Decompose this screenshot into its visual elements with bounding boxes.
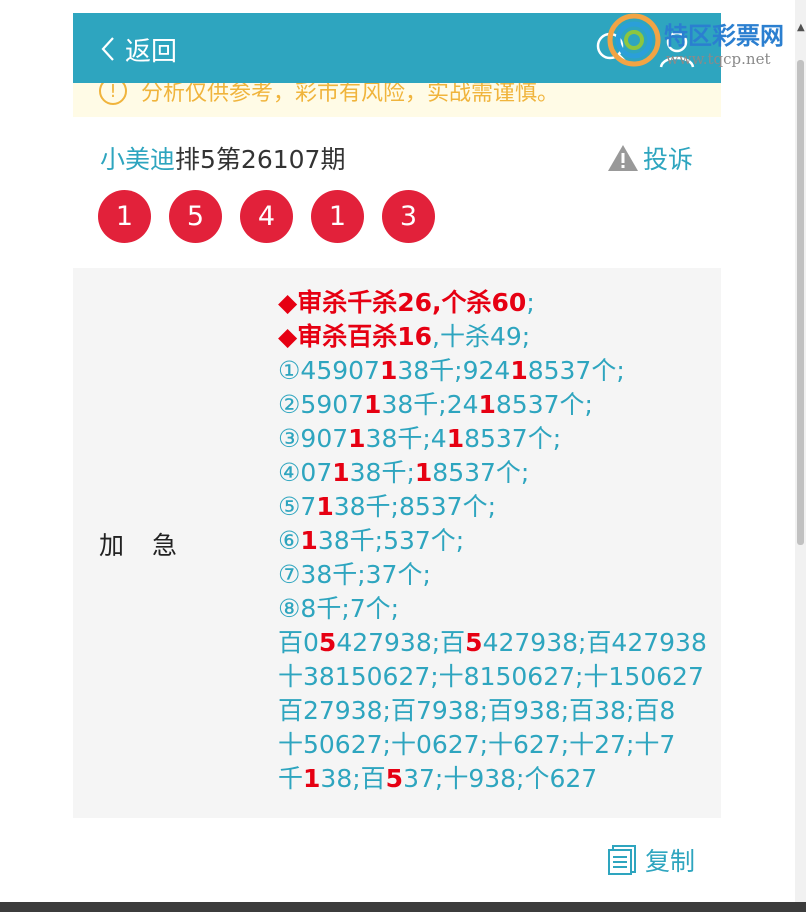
author-name[interactable]: 小美迪 — [100, 145, 175, 174]
highlight-digit: 5 — [318, 628, 337, 657]
number-ball: 5 — [169, 190, 222, 243]
line-text: ; — [526, 288, 535, 317]
warning-triangle-icon — [608, 145, 638, 171]
highlight-digit: 1 — [364, 390, 382, 419]
line-text: 38千; — [349, 458, 415, 487]
line-text: 十38150627;十8150627;十150627 — [278, 662, 704, 691]
line-text: ⑧8千;7个; — [278, 594, 400, 623]
line-text: 38;百 — [320, 764, 386, 793]
highlight-digit: 1 — [478, 390, 496, 419]
line-text: 427938;百 — [336, 628, 466, 657]
chevron-left-icon — [101, 37, 114, 61]
watermark-title: 特区彩票网 — [664, 22, 784, 50]
line-text: ,十杀49; — [432, 322, 531, 351]
analysis-line: 十50627;十0627;十627;十27;十7 — [278, 728, 708, 762]
highlight-digit: ◆审杀百杀16 — [278, 322, 433, 351]
analysis-line: 百27938;百7938;百938;百38;百8 — [278, 694, 708, 728]
highlight-digit: 5 — [385, 764, 404, 793]
number-ball: 1 — [98, 190, 151, 243]
highlight-digit: 1 — [414, 458, 433, 487]
line-text: 38千;924 — [397, 356, 511, 385]
highlight-digit: 5 — [465, 628, 483, 657]
line-text: 8537个; — [527, 356, 625, 385]
number-ball: 4 — [240, 190, 293, 243]
analysis-line: ④07138千;18537个; — [278, 456, 708, 490]
line-text: ④07 — [278, 458, 333, 487]
page: 返回 ! 分析仅供参考，彩市有风险，实战需谨慎。 小美迪排5第26107期 投诉… — [0, 0, 806, 912]
swirl-logo-icon — [607, 13, 661, 67]
analysis-line: ⑤7138千;8537个; — [278, 490, 708, 524]
copy-button[interactable]: 复制 — [607, 842, 695, 878]
highlight-digit: 1 — [510, 356, 528, 385]
analysis-line: ◆审杀百杀16,十杀49; — [278, 320, 708, 354]
highlight-digit: 1 — [379, 356, 398, 385]
analysis-lines: ◆审杀千杀26,个杀60; ◆审杀百杀16,十杀49; ①45907138千;924… — [278, 286, 708, 796]
highlight-digit: 1 — [300, 526, 318, 555]
line-text: 38千;4 — [365, 424, 447, 453]
highlight-digit: 1 — [303, 764, 321, 793]
line-text: ⑤7 — [278, 492, 317, 521]
number-ball: 1 — [311, 190, 364, 243]
analysis-line: ⑥138千;537个; — [278, 524, 708, 558]
line-text: 38千;24 — [381, 390, 479, 419]
complaint-button[interactable]: 投诉 — [607, 140, 693, 176]
analysis-line: ⑦38千;37个; — [278, 558, 708, 592]
analysis-line: ③907138千;418537个; — [278, 422, 708, 456]
analysis-line: ◆审杀千杀26,个杀60; — [278, 286, 708, 320]
line-text: 38千;8537个; — [333, 492, 497, 521]
highlight-digit: 1 — [348, 424, 366, 453]
line-text: ②5907 — [278, 390, 365, 419]
line-text: 427938;百427938 — [482, 628, 707, 657]
site-watermark: 特区彩票网 www.tqcp.net — [604, 10, 806, 70]
analysis-panel: 加急 ◆审杀千杀26,个杀60; ◆审杀百杀16,十杀49; ①45907138千;… — [73, 268, 721, 818]
scroll-up-arrow-icon[interactable]: ▲ — [797, 22, 805, 33]
analysis-line: ⑧8千;7个; — [278, 592, 708, 626]
line-text: 百0 — [278, 628, 319, 657]
highlight-digit: 1 — [332, 458, 350, 487]
line-text: ⑦38千;37个; — [278, 560, 431, 589]
complaint-label: 投诉 — [643, 145, 694, 174]
line-text: 8537个; — [464, 424, 562, 453]
number-ball: 3 — [382, 190, 435, 243]
back-label: 返回 — [125, 36, 178, 67]
analysis-line: 十38150627;十8150627;十150627 — [278, 660, 708, 694]
line-text: 8537个; — [432, 458, 530, 487]
analysis-line: ①45907138千;92418537个; — [278, 354, 708, 388]
line-text: 百27938;百7938;百938;百38;百8 — [278, 696, 676, 725]
back-button[interactable]: 返回 — [101, 31, 177, 67]
copy-label: 复制 — [645, 847, 696, 876]
notice-text: 分析仅供参考，彩市有风险，实战需谨慎。 — [141, 83, 560, 106]
line-text: 千 — [278, 764, 304, 793]
line-text: 38千;537个; — [317, 526, 465, 555]
line-text: ③907 — [278, 424, 349, 453]
issue-title: 排5第26107期 — [175, 145, 346, 174]
line-text: 8537个; — [495, 390, 593, 419]
draw-numbers: 1 5 4 1 3 — [98, 190, 453, 243]
line-text: 37;十938;个627 — [403, 764, 598, 793]
highlight-digit: 1 — [316, 492, 334, 521]
risk-notice: ! 分析仅供参考，彩市有风险，实战需谨慎。 — [73, 83, 721, 117]
highlight-digit: ◆审杀千杀26,个杀60 — [278, 288, 527, 317]
analysis-line: 千138;百537;十938;个627 — [278, 762, 708, 796]
line-text: ①45907 — [278, 356, 380, 385]
analysis-line: ②5907138千;2418537个; — [278, 388, 708, 422]
document-icon — [608, 845, 636, 875]
warning-circle-icon: ! — [99, 83, 127, 105]
analysis-line: 百05427938;百5427938;百427938 — [278, 626, 708, 660]
line-text: ⑥ — [278, 526, 301, 555]
watermark-url: www.tqcp.net — [666, 50, 771, 68]
panel-label: 加急 — [99, 531, 206, 560]
post-title: 小美迪排5第26107期 — [100, 140, 345, 176]
line-text: 十50627;十0627;十627;十27;十7 — [278, 730, 676, 759]
highlight-digit: 1 — [446, 424, 465, 453]
scrollbar-thumb[interactable] — [797, 60, 804, 545]
taskbar-edge — [0, 902, 806, 912]
